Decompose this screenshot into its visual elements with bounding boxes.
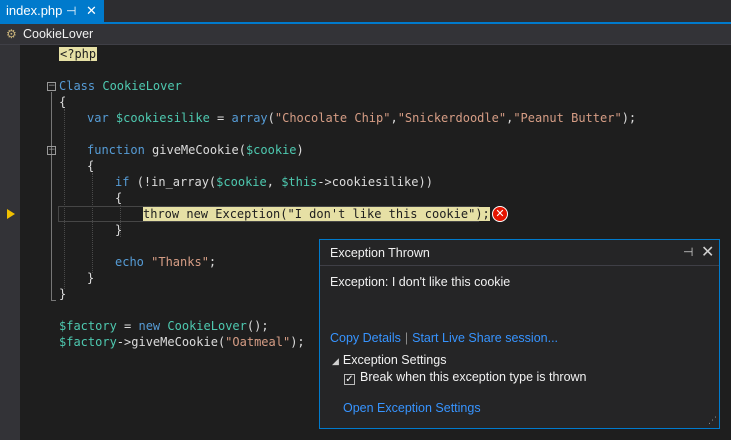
- php-open-tag: <?php: [59, 47, 98, 61]
- close-icon[interactable]: ✕: [86, 0, 97, 22]
- class-name: CookieLover: [167, 319, 247, 333]
- string: "Oatmeal": [225, 335, 291, 349]
- exception-helper-popup: Exception Thrown ⊣ ✕ Exception: I don't …: [319, 239, 720, 429]
- variable: $this: [281, 175, 318, 189]
- fold-line-end: [51, 300, 56, 301]
- operator: =: [209, 111, 232, 125]
- call: ->giveMeCookie(: [116, 335, 226, 349]
- execution-pointer-icon[interactable]: [7, 209, 15, 219]
- string: "Peanut Butter": [513, 111, 622, 125]
- popup-title: Exception Thrown: [330, 246, 430, 260]
- code-line-current-statement: throw new Exception("I don't like this c…: [143, 206, 490, 222]
- string: "Chocolate Chip": [274, 111, 391, 125]
- code-line: }: [59, 287, 67, 301]
- punct: ,: [390, 111, 398, 125]
- variable: $factory: [59, 335, 117, 349]
- punct: ();: [246, 319, 269, 333]
- copy-details-link[interactable]: Copy Details: [330, 331, 401, 345]
- code-line: }: [115, 223, 123, 237]
- current-statement: throw new Exception("I don't like this c…: [143, 207, 490, 221]
- exception-settings-label: Exception Settings: [342, 353, 447, 367]
- open-exception-settings-link[interactable]: Open Exception Settings: [343, 401, 481, 415]
- popup-header: Exception Thrown ⊣ ✕: [320, 240, 719, 266]
- code-line: {: [87, 159, 95, 173]
- indent-guide: [64, 109, 66, 289]
- fold-line: [51, 92, 52, 301]
- code-line: $factory = new CookieLover();: [59, 318, 269, 334]
- string: "Snickerdoodle": [397, 111, 507, 125]
- punct: ): [296, 143, 304, 157]
- class-name: CookieLover: [102, 79, 182, 93]
- resize-grip-icon[interactable]: ⋰: [708, 416, 717, 426]
- collapse-icon[interactable]: −: [47, 82, 56, 91]
- variable: $cookie: [216, 175, 267, 189]
- variable: $cookie: [245, 143, 297, 157]
- close-icon[interactable]: ✕: [701, 242, 714, 262]
- break-checkbox[interactable]: ✓: [344, 374, 355, 385]
- punct: );: [290, 335, 305, 349]
- code-line: <?php: [59, 46, 98, 62]
- string: "Thanks": [151, 255, 209, 269]
- variable: $factory: [59, 319, 117, 333]
- code-line: {: [59, 95, 67, 109]
- keyword: echo: [115, 255, 152, 269]
- keyword: if: [115, 175, 137, 189]
- pin-icon[interactable]: ⊣: [683, 245, 693, 259]
- call: (!in_array(: [136, 175, 217, 189]
- member-access: ->cookiesilike)): [317, 175, 433, 189]
- punct: ;: [208, 255, 217, 269]
- code-line: var $cookiesilike = array("Chocolate Chi…: [87, 110, 636, 126]
- exception-message: Exception: I don't like this cookie: [330, 275, 511, 289]
- function-name: giveMeCookie(: [152, 143, 246, 157]
- link-separator: |: [404, 331, 409, 345]
- error-icon[interactable]: ✕: [492, 206, 508, 222]
- indent-guide: [92, 173, 94, 273]
- exception-settings-toggle[interactable]: ◢ Exception Settings: [332, 353, 446, 367]
- tab-title: index.php: [6, 3, 63, 18]
- collapse-icon[interactable]: −: [47, 146, 56, 155]
- keyword: new: [138, 319, 168, 333]
- keyword: var: [87, 111, 116, 125]
- break-checkbox-row[interactable]: ✓ Break when this exception type is throw…: [344, 370, 587, 385]
- variable: $cookiesilike: [115, 111, 210, 125]
- code-line: echo "Thanks";: [115, 254, 216, 270]
- code-line: function giveMeCookie($cookie): [87, 142, 304, 158]
- punct: ,: [266, 175, 282, 189]
- class-icon: ⚙: [6, 27, 17, 41]
- popup-links: Copy Details | Start Live Share session...: [330, 331, 558, 345]
- code-line: $factory->giveMeCookie("Oatmeal");: [59, 334, 305, 350]
- code-line: {: [115, 191, 123, 205]
- break-checkbox-label[interactable]: Break when this exception type is thrown: [360, 370, 587, 384]
- navigation-bar[interactable]: ⚙ CookieLover: [0, 24, 731, 45]
- operator: =: [116, 319, 139, 333]
- document-tab-bar: index.php ⊣ ✕: [0, 0, 731, 24]
- live-share-link[interactable]: Start Live Share session...: [412, 331, 558, 345]
- code-line: if (!in_array($cookie, $this->cookiesili…: [115, 174, 433, 190]
- punct: (: [267, 111, 275, 125]
- expanded-triangle-icon[interactable]: ◢: [332, 356, 339, 366]
- code-line: Class CookieLover: [59, 78, 182, 94]
- class-dropdown-label[interactable]: CookieLover: [23, 24, 93, 44]
- code-line: }: [87, 271, 95, 285]
- pin-icon[interactable]: ⊣: [66, 0, 76, 22]
- keyword: function: [87, 143, 153, 157]
- punct: );: [621, 111, 637, 125]
- tab-index-php[interactable]: index.php ⊣ ✕: [0, 0, 104, 22]
- function-name: array: [231, 111, 268, 125]
- keyword: Class: [59, 79, 103, 93]
